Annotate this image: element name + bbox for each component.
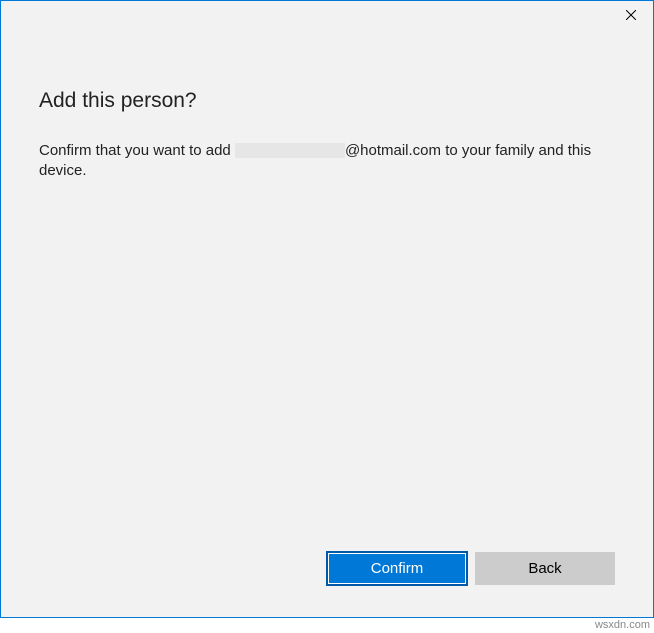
back-button[interactable]: Back (475, 552, 615, 585)
dialog-body: Confirm that you want to add @hotmail.co… (39, 141, 599, 182)
dialog-content: Add this person? Confirm that you want t… (1, 31, 653, 552)
button-row: Confirm Back (1, 552, 653, 617)
close-icon (626, 10, 636, 20)
close-button[interactable] (608, 1, 653, 29)
watermark-text: wsxdn.com (595, 619, 650, 631)
dialog-window: Add this person? Confirm that you want t… (0, 0, 654, 618)
dialog-heading: Add this person? (39, 89, 615, 113)
confirm-button[interactable]: Confirm (327, 552, 467, 585)
titlebar (1, 1, 653, 31)
body-prefix: Confirm that you want to add (39, 142, 235, 159)
redacted-email-local (235, 143, 345, 158)
